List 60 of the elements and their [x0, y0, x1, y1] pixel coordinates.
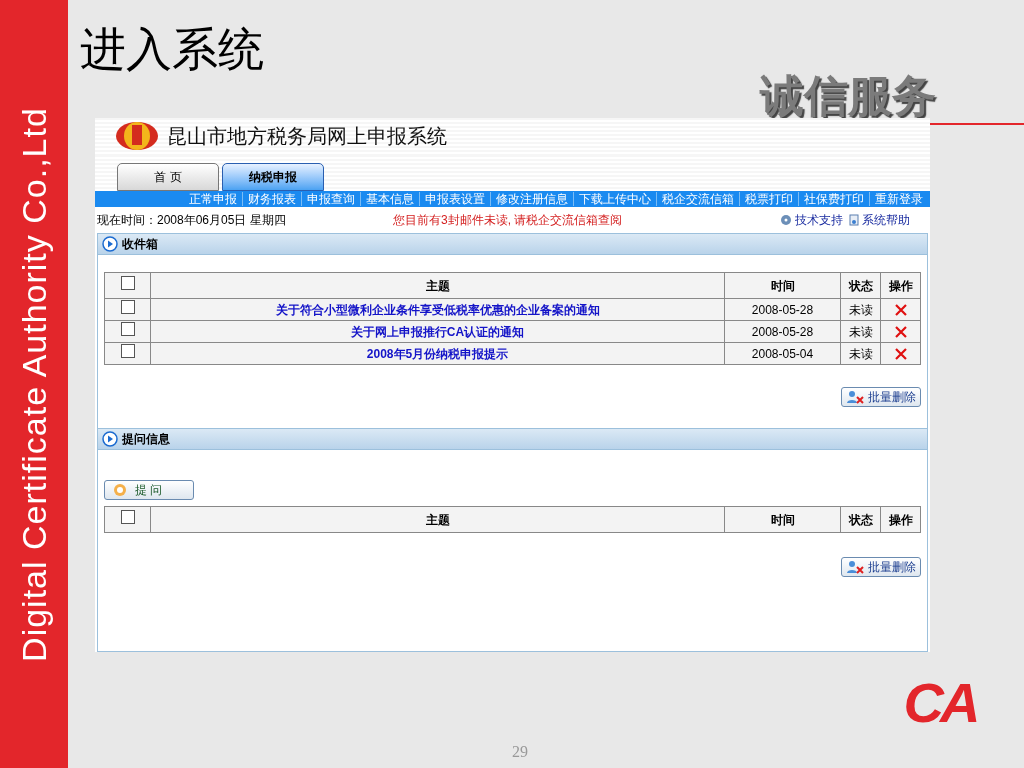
- nav-link[interactable]: 申报表设置: [420, 192, 491, 207]
- table-cell: 2008-05-04: [724, 342, 841, 365]
- play-icon: [102, 431, 118, 447]
- column-header: 操作: [880, 272, 921, 299]
- ca-logo: CA: [902, 670, 978, 736]
- page-number: 29: [512, 742, 528, 762]
- delete-icon[interactable]: [893, 325, 908, 340]
- disc-icon: [780, 213, 792, 226]
- column-header: 状态: [840, 272, 881, 299]
- side-text: Digital Certificate Authority Co.,Ltd: [13, 106, 54, 662]
- table-cell: 未读: [840, 342, 881, 365]
- emblem-icon: [115, 120, 159, 153]
- nav-link[interactable]: 税企交流信箱: [657, 192, 740, 207]
- nav-link[interactable]: 重新登录: [870, 192, 928, 207]
- nav-link[interactable]: 税票打印: [740, 192, 799, 207]
- unread-notice: 您目前有3封邮件未读, 请税企交流信箱查阅: [393, 211, 624, 229]
- system-title: 昆山市地方税务局网上申报系统: [167, 124, 447, 150]
- nav-link[interactable]: 申报查询: [302, 192, 361, 207]
- help-link[interactable]: 技术支持: [780, 210, 843, 229]
- checkbox[interactable]: [120, 276, 135, 290]
- delete-people-icon: [846, 560, 864, 574]
- batch-delete-button[interactable]: 批量删除: [841, 387, 921, 407]
- message-subject-link[interactable]: 2008年5月份纳税申报提示: [366, 346, 509, 361]
- table-cell: 未读: [840, 320, 881, 343]
- checkbox[interactable]: [120, 300, 135, 314]
- table-cell: 2008-05-28: [724, 320, 841, 343]
- section-title: 提问信息: [122, 431, 170, 448]
- table-cell: 未读: [840, 298, 881, 321]
- nav-link[interactable]: 正常申报: [184, 192, 243, 207]
- question-icon: [113, 483, 127, 497]
- checkbox[interactable]: [120, 510, 135, 524]
- checkbox[interactable]: [120, 322, 135, 336]
- batch-delete-button[interactable]: 批量删除: [841, 557, 921, 577]
- column-header: 状态: [840, 506, 881, 533]
- slide-title: 进入系统: [80, 26, 264, 72]
- checkbox[interactable]: [120, 344, 135, 358]
- current-time: 现在时间：2008年06月05日 星期四: [97, 211, 287, 229]
- column-header: 操作: [880, 506, 921, 533]
- column-header: 主题: [150, 272, 725, 299]
- nav-link[interactable]: 财务报表: [243, 192, 302, 207]
- section-title: 收件箱: [122, 236, 158, 253]
- help-link[interactable]: 系统帮助: [849, 210, 910, 229]
- column-header: 时间: [724, 506, 841, 533]
- message-subject-link[interactable]: 关于网上申报推行CA认证的通知: [350, 324, 525, 339]
- column-header: 时间: [724, 272, 841, 299]
- ask-button[interactable]: 提 问: [104, 480, 194, 500]
- play-icon: [102, 236, 118, 252]
- delete-icon[interactable]: [893, 303, 908, 318]
- tab[interactable]: 首 页: [117, 163, 219, 192]
- document-icon: [849, 213, 859, 226]
- column-header: 主题: [150, 506, 725, 533]
- nav-link[interactable]: 基本信息: [361, 192, 420, 207]
- nav-link[interactable]: 下载上传中心: [574, 192, 657, 207]
- delete-icon[interactable]: [893, 347, 908, 362]
- slogan: 诚信服务: [760, 74, 936, 118]
- table-cell: 2008-05-28: [724, 298, 841, 321]
- tab[interactable]: 纳税申报: [222, 163, 324, 192]
- delete-people-icon: [846, 390, 864, 404]
- nav-link[interactable]: 修改注册信息: [491, 192, 574, 207]
- nav-link[interactable]: 社保费打印: [799, 192, 870, 207]
